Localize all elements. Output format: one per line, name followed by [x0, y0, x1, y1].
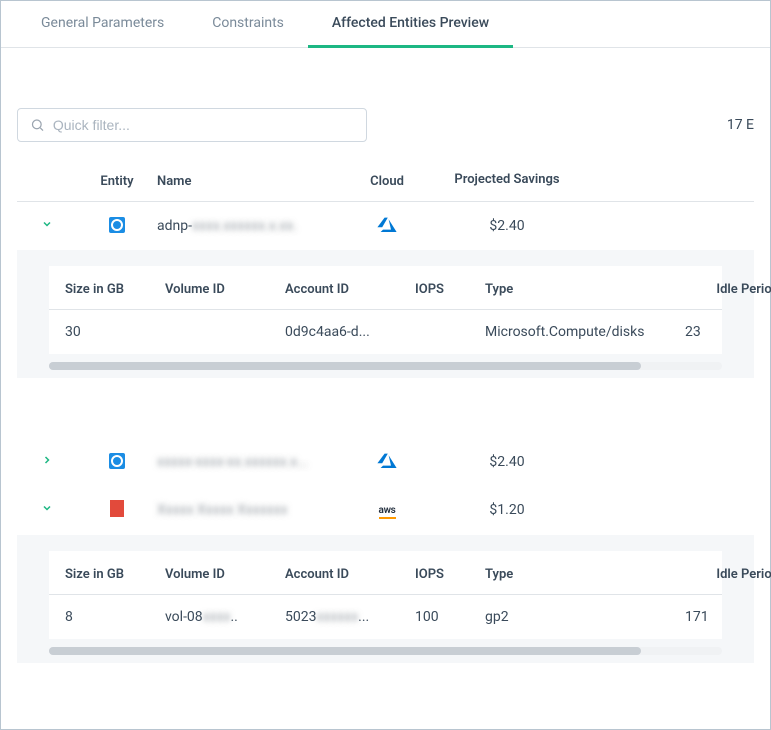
- disk-icon: [109, 453, 125, 469]
- horizontal-scrollbar[interactable]: [49, 647, 722, 655]
- table-row[interactable]: xxxxx-xxxx-xx.xxxxxx.x... $2.40: [17, 438, 754, 486]
- chevron-right-icon: [41, 454, 53, 466]
- dcol-account: Account ID: [285, 282, 415, 297]
- detail-panel: Size in GB Volume ID Account ID IOPS Typ…: [17, 535, 754, 663]
- dcol-size: Size in GB: [65, 567, 165, 582]
- cell-account: 5023xxxxxx...: [285, 609, 415, 625]
- table-header: Entity Name Cloud Projected Savings: [17, 162, 754, 202]
- dcol-size: Size in GB: [65, 282, 165, 297]
- col-cloud: Cloud: [337, 174, 437, 189]
- entity-name: xxxxx-xxxx-xx.xxxxxx.x...: [157, 454, 337, 470]
- dcol-idle: Idle Period: [685, 567, 771, 582]
- cell-size: 8: [65, 609, 165, 625]
- cell-idle: 171: [685, 609, 771, 625]
- entity-name: Xxxxx Xxxxx Xxxxxxx: [157, 502, 337, 518]
- azure-icon: [377, 452, 397, 468]
- expand-toggle[interactable]: [17, 502, 77, 518]
- cell-iops: 100: [415, 609, 485, 625]
- col-projected-savings: Projected Savings: [437, 172, 577, 189]
- entity-type-icon: [77, 453, 157, 471]
- chevron-down-icon: [41, 218, 53, 230]
- dcol-volume: Volume ID: [165, 282, 285, 297]
- dcol-account: Account ID: [285, 567, 415, 582]
- tabs-bar: General Parameters Constraints Affected …: [1, 1, 770, 48]
- entity-type-icon: [77, 500, 157, 521]
- table-row[interactable]: adnp-xxxx.xxxxxx.x.xx. $2.40: [17, 202, 754, 250]
- projected-savings: $2.40: [437, 218, 577, 234]
- quick-filter-box[interactable]: [17, 108, 367, 142]
- dcol-iops: IOPS: [415, 282, 485, 297]
- box-icon: [110, 503, 124, 517]
- cell-idle: 23: [685, 324, 771, 340]
- chevron-down-icon: [41, 502, 53, 514]
- cloud-provider: aws: [337, 501, 437, 519]
- tab-constraints[interactable]: Constraints: [188, 1, 308, 48]
- tab-general-parameters[interactable]: General Parameters: [17, 1, 188, 48]
- dcol-iops: IOPS: [415, 567, 485, 582]
- dcol-type: Type: [485, 282, 685, 297]
- cell-type: gp2: [485, 609, 685, 625]
- entity-name: adnp-xxxx.xxxxxx.x.xx.: [157, 218, 337, 234]
- cell-type: Microsoft.Compute/disks: [485, 324, 685, 340]
- entity-type-icon: [77, 217, 157, 235]
- cell-size: 30: [65, 324, 165, 340]
- dcol-volume: Volume ID: [165, 567, 285, 582]
- projected-savings: $1.20: [437, 502, 577, 518]
- dcol-idle: Idle Period: [685, 282, 771, 297]
- detail-row: 8 vol-08xxxx.. 5023xxxxxx... 100 gp2 171: [49, 595, 722, 639]
- cell-iops: [415, 324, 485, 340]
- tab-affected-entities-preview[interactable]: Affected Entities Preview: [308, 1, 513, 48]
- col-name: Name: [157, 174, 337, 189]
- expand-toggle[interactable]: [17, 218, 77, 234]
- detail-panel: Size in GB Volume ID Account ID IOPS Typ…: [17, 250, 754, 378]
- azure-icon: [377, 216, 397, 232]
- projected-savings: $2.40: [437, 454, 577, 470]
- expand-toggle[interactable]: [17, 454, 77, 470]
- search-icon: [30, 117, 45, 133]
- detail-row: 30 0d9c4aa6-d... Microsoft.Compute/disks…: [49, 310, 722, 354]
- cell-volume: [165, 324, 285, 340]
- aws-icon: aws: [379, 505, 396, 519]
- scrollbar-thumb[interactable]: [49, 647, 641, 655]
- quick-filter-input[interactable]: [53, 117, 354, 133]
- cloud-provider: [337, 452, 437, 472]
- entity-count: 17 E: [727, 117, 754, 133]
- cell-volume: vol-08xxxx..: [165, 609, 285, 625]
- table-row[interactable]: Xxxxx Xxxxx Xxxxxxx aws $1.20: [17, 486, 754, 535]
- scrollbar-thumb[interactable]: [49, 362, 641, 370]
- disk-icon: [109, 217, 125, 233]
- horizontal-scrollbar[interactable]: [49, 362, 722, 370]
- col-entity: Entity: [77, 174, 157, 189]
- dcol-type: Type: [485, 567, 685, 582]
- cell-account: 0d9c4aa6-d...: [285, 324, 415, 340]
- cloud-provider: [337, 216, 437, 236]
